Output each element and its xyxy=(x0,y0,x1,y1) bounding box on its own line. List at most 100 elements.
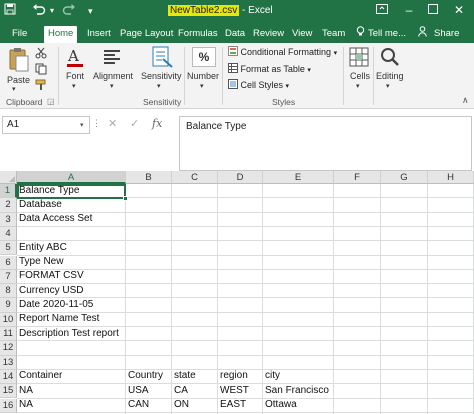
editing-dropdown-icon[interactable]: ▾ xyxy=(386,82,390,90)
cell-d14[interactable]: region xyxy=(218,370,248,383)
column-header[interactable]: H xyxy=(428,171,474,184)
cell-a14[interactable]: Container xyxy=(17,370,62,383)
name-box-dropdown-icon[interactable]: ▾ xyxy=(80,121,84,129)
cell-d16[interactable]: EAST xyxy=(218,399,246,412)
paste-dropdown-icon[interactable]: ▾ xyxy=(12,85,16,93)
tab-review[interactable]: Review xyxy=(253,26,284,43)
cell-styles-button[interactable]: Cell Styles ▾ xyxy=(228,79,289,93)
cell-a10[interactable]: Report Name Test xyxy=(17,313,99,326)
search-icon[interactable] xyxy=(380,47,400,70)
tab-view[interactable]: View xyxy=(292,26,312,43)
tab-page-layout[interactable]: Page Layout xyxy=(120,26,173,43)
cell-a3[interactable]: Data Access Set xyxy=(17,213,92,226)
row-header[interactable]: 9 xyxy=(0,298,17,313)
row-header[interactable]: 4 xyxy=(0,226,17,242)
cells-icon[interactable] xyxy=(349,47,369,70)
column-header[interactable]: F xyxy=(334,171,381,184)
customize-quick-access-icon[interactable]: ▾ xyxy=(88,3,93,19)
row-header[interactable]: 7 xyxy=(0,269,17,285)
row-header[interactable]: 8 xyxy=(0,284,17,299)
tab-team[interactable]: Team xyxy=(322,26,345,43)
column-header[interactable]: B xyxy=(126,171,172,184)
row-header[interactable]: 12 xyxy=(0,341,17,356)
column-header[interactable]: E xyxy=(263,171,334,184)
close-icon[interactable]: ✕ xyxy=(452,2,466,18)
alignment-icon[interactable] xyxy=(103,49,121,68)
select-all-button[interactable] xyxy=(0,171,17,184)
worksheet-grid[interactable]: A B C D E F G H 1 2 3 4 5 6 7 8 9 10 11 12 13 14 15 16 Balance T… xyxy=(0,171,474,414)
cell-e16[interactable]: Ottawa xyxy=(263,399,297,412)
row-header[interactable]: 6 xyxy=(0,255,17,270)
cell-d15[interactable]: WEST xyxy=(218,385,249,398)
conditional-formatting-button[interactable]: Conditional Formatting ▾ xyxy=(228,46,337,60)
cancel-icon[interactable]: ✕ xyxy=(108,117,117,131)
paste-label[interactable]: Paste xyxy=(7,75,30,85)
maximize-icon[interactable] xyxy=(426,2,440,18)
cells-dropdown-icon[interactable]: ▾ xyxy=(356,82,360,90)
insert-function-icon[interactable]: fx xyxy=(152,117,162,131)
minimize-icon[interactable]: – xyxy=(402,2,416,18)
tab-home[interactable]: Home xyxy=(44,26,78,43)
column-header[interactable]: A xyxy=(17,171,126,184)
cell-c14[interactable]: state xyxy=(172,370,196,383)
undo-icon[interactable] xyxy=(32,3,46,20)
column-header[interactable]: C xyxy=(172,171,218,184)
row-header[interactable]: 2 xyxy=(0,198,17,213)
font-icon[interactable]: A xyxy=(66,47,84,72)
column-header[interactable]: D xyxy=(218,171,263,184)
tab-file[interactable]: File xyxy=(12,26,27,43)
format-painter-icon[interactable] xyxy=(35,79,47,94)
name-box[interactable]: A1 xyxy=(2,116,90,134)
tab-data[interactable]: Data xyxy=(225,26,245,43)
cell-a15[interactable]: NA xyxy=(17,385,33,398)
row-header[interactable]: 10 xyxy=(0,312,17,327)
row-header[interactable]: 16 xyxy=(0,398,17,413)
editing-label[interactable]: Editing xyxy=(376,71,404,81)
tab-formulas[interactable]: Formulas xyxy=(178,26,218,43)
row-header[interactable]: 13 xyxy=(0,355,17,370)
cell-c16[interactable]: ON xyxy=(172,399,189,412)
copy-icon[interactable] xyxy=(35,63,47,78)
row-header[interactable]: 15 xyxy=(0,384,17,399)
number-label[interactable]: Number xyxy=(187,71,219,81)
font-dropdown-icon[interactable]: ▾ xyxy=(72,82,76,90)
cell-a9[interactable]: Date 2020-11-05 xyxy=(17,299,93,312)
cell-a2[interactable]: Database xyxy=(17,199,62,212)
row-header[interactable]: 14 xyxy=(0,369,17,385)
share-icon[interactable] xyxy=(418,26,427,43)
cell-a6[interactable]: Type New xyxy=(17,256,63,269)
redo-icon[interactable] xyxy=(62,3,76,20)
cell-a5[interactable]: Entity ABC xyxy=(17,242,67,255)
font-label[interactable]: Font xyxy=(66,71,84,81)
column-header[interactable]: G xyxy=(381,171,428,184)
row-header[interactable]: 11 xyxy=(0,327,17,342)
tab-insert[interactable]: Insert xyxy=(87,26,111,43)
ribbon-display-icon[interactable] xyxy=(375,2,389,18)
cell-e15[interactable]: San Francisco xyxy=(263,385,329,398)
format-as-table-button[interactable]: Format as Table ▾ xyxy=(228,63,311,77)
fill-handle[interactable] xyxy=(123,196,128,201)
share-button[interactable]: Share xyxy=(434,26,459,43)
cell-a7[interactable]: FORMAT CSV xyxy=(17,270,84,283)
sensitivity-icon[interactable] xyxy=(150,45,174,72)
formula-input[interactable]: Balance Type xyxy=(179,116,472,171)
tell-me-input[interactable]: Tell me... xyxy=(368,26,406,43)
number-dropdown-icon[interactable]: ▾ xyxy=(200,82,204,90)
alignment-label[interactable]: Alignment xyxy=(93,71,133,81)
undo-dropdown-icon[interactable]: ▾ xyxy=(50,3,54,19)
cells-label[interactable]: Cells xyxy=(350,71,370,81)
cell-c15[interactable]: CA xyxy=(172,385,188,398)
number-format-icon[interactable]: % xyxy=(192,47,216,67)
sensitivity-dropdown-icon[interactable]: ▾ xyxy=(157,82,161,90)
enter-icon[interactable]: ✓ xyxy=(130,117,139,131)
collapse-ribbon-icon[interactable]: ∧ xyxy=(462,95,469,106)
cell-a16[interactable]: NA xyxy=(17,399,33,412)
clipboard-launcher-icon[interactable]: ◲ xyxy=(47,97,55,106)
alignment-dropdown-icon[interactable]: ▾ xyxy=(110,82,114,90)
cut-icon[interactable] xyxy=(35,47,47,62)
save-icon[interactable] xyxy=(4,3,16,20)
row-header[interactable]: 1 xyxy=(0,184,17,199)
cell-a11[interactable]: Description Test report xyxy=(17,328,119,341)
cell-b16[interactable]: CAN xyxy=(126,399,149,412)
row-header[interactable]: 5 xyxy=(0,241,17,256)
